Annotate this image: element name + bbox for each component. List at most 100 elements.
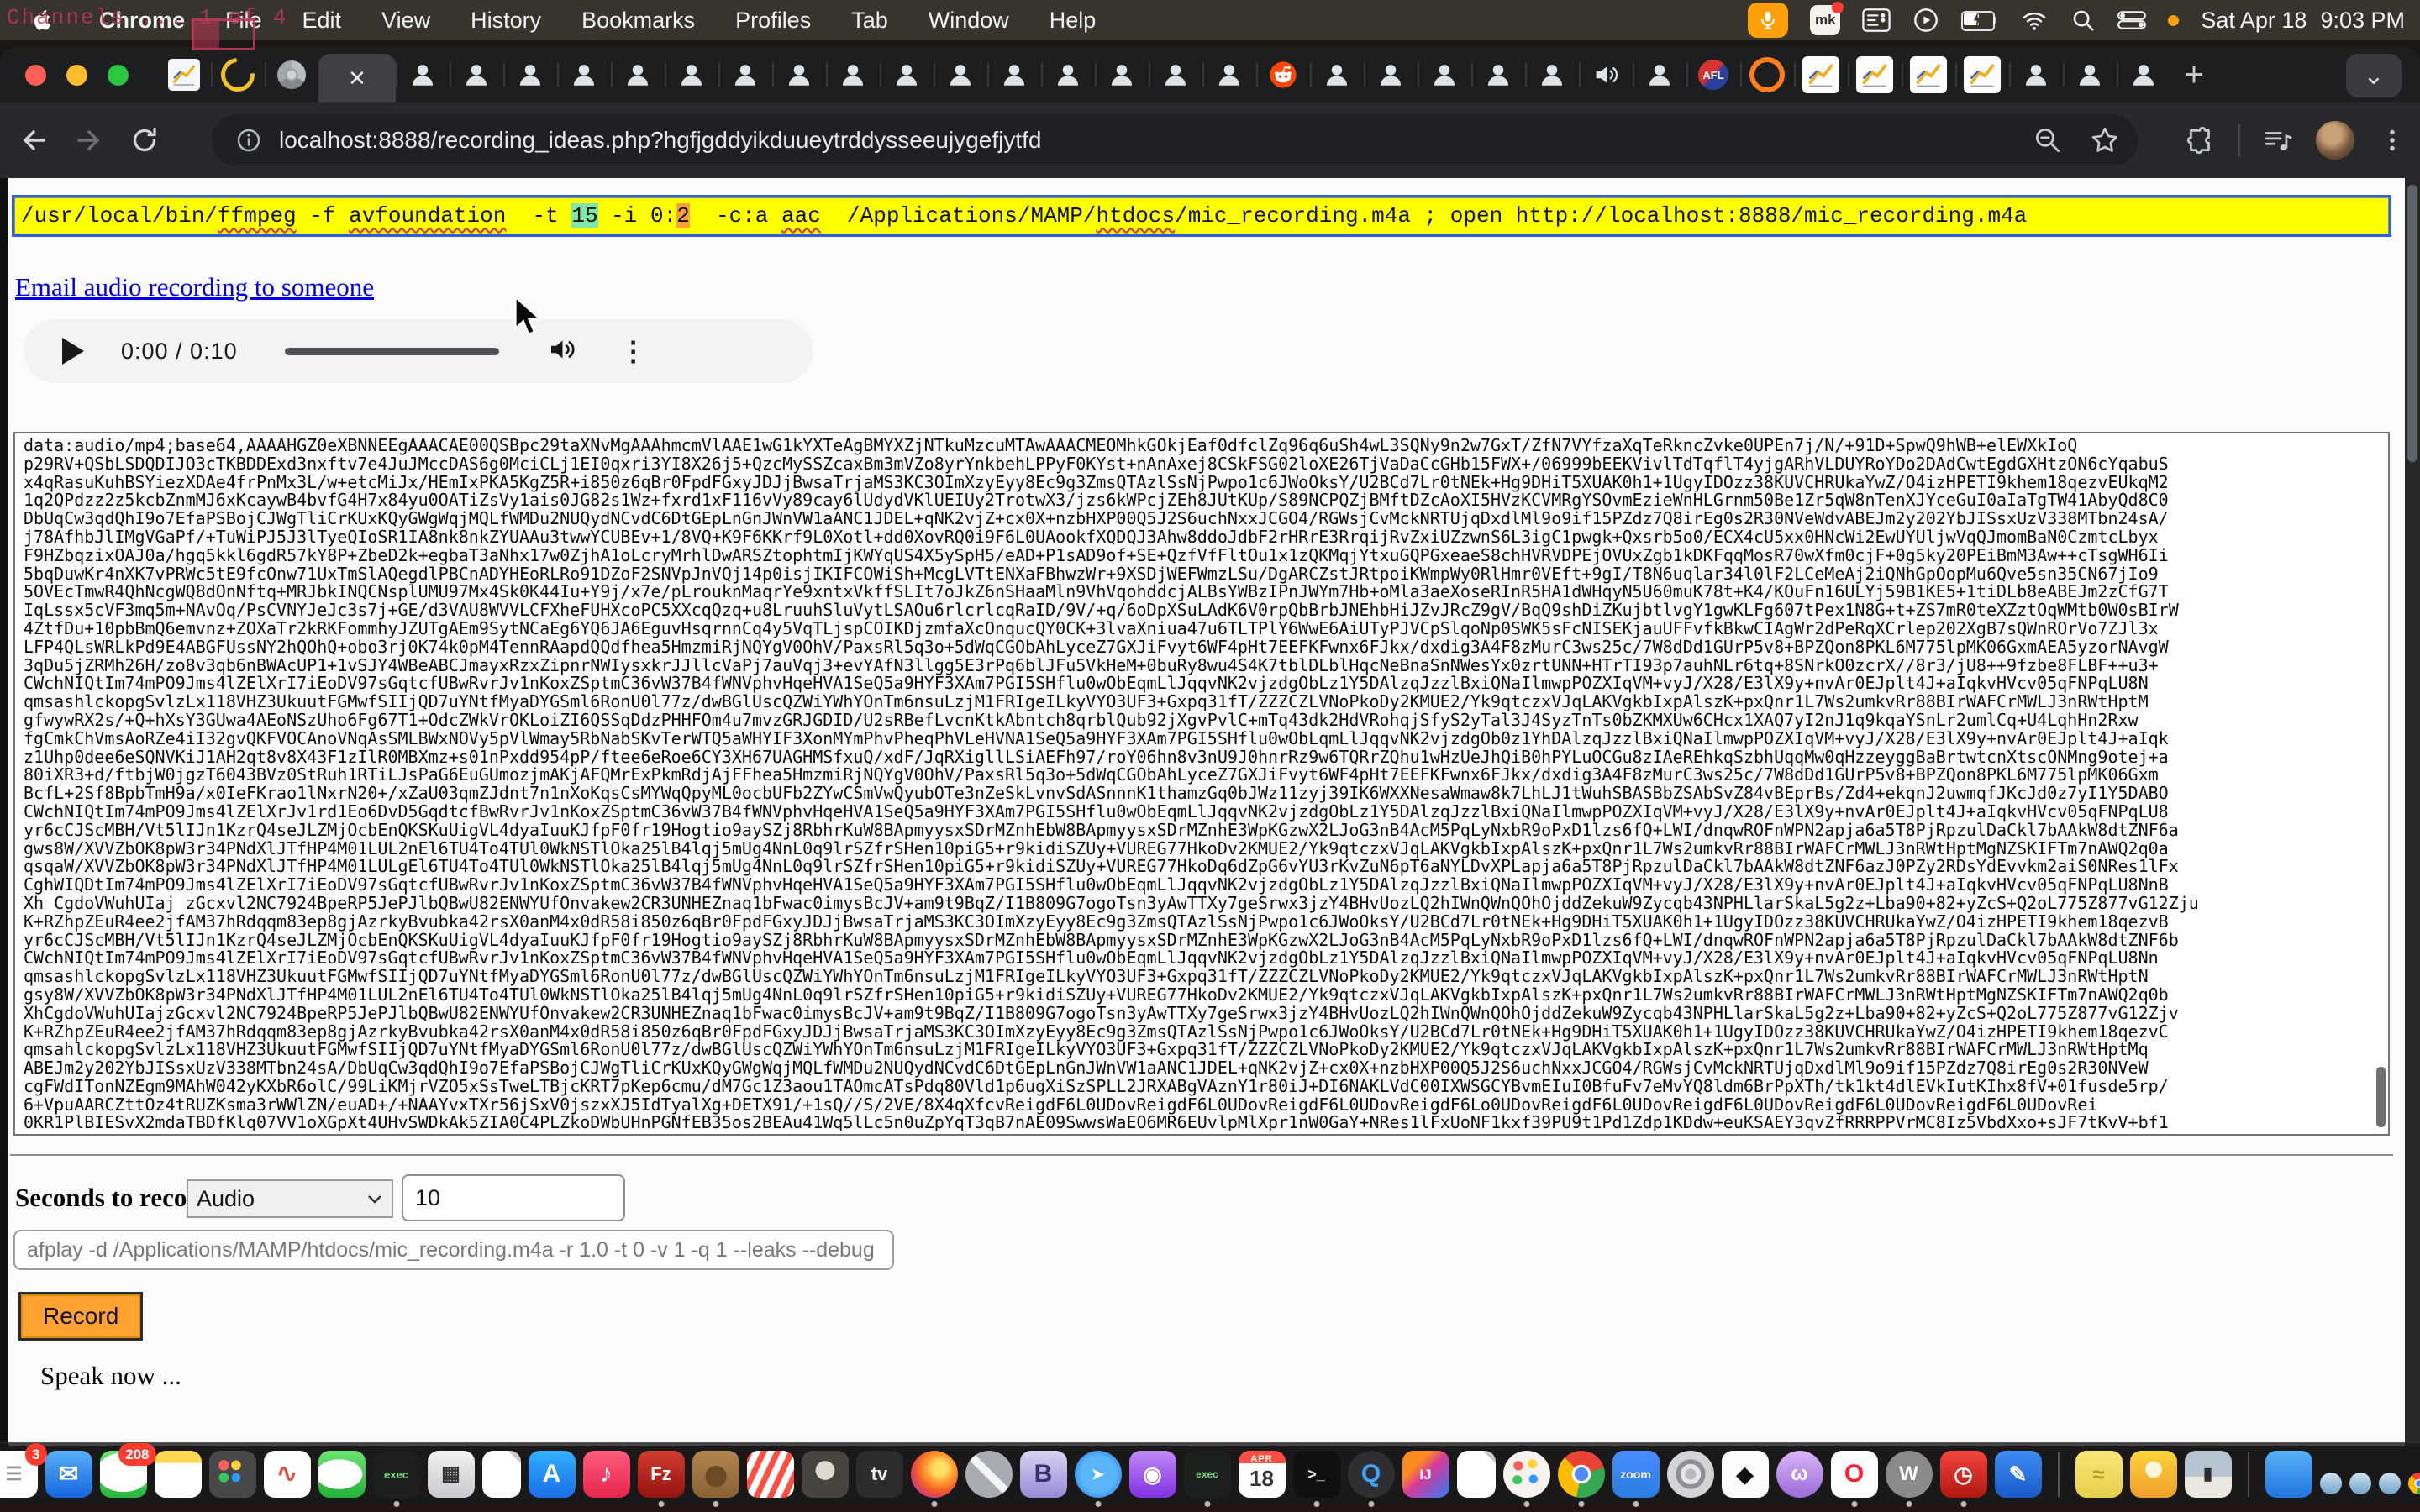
dock-safari[interactable]: ➤	[1075, 1451, 1122, 1498]
menu-item-help[interactable]: Help	[1029, 0, 1117, 40]
dock-terminal-exec[interactable]: exec	[373, 1451, 420, 1498]
dock-document[interactable]	[482, 1451, 521, 1498]
zoom-out-page-icon[interactable]	[2032, 124, 2064, 156]
dock-reminders[interactable]: ☰3	[0, 1451, 38, 1498]
audio-player[interactable]: 0:00 / 0:10 ⋮	[24, 319, 813, 383]
recording-mic-indicator[interactable]	[1748, 3, 1788, 38]
close-window-button[interactable]	[25, 65, 46, 86]
dock-mini-chrome-window[interactable]	[2408, 1473, 2420, 1494]
tab-chart-mini-0[interactable]	[157, 47, 211, 102]
dock-iphone-mirroring[interactable]: ▦	[428, 1451, 475, 1498]
media-controls-icon[interactable]	[2262, 124, 2294, 156]
dock-lightbulb[interactable]	[2130, 1451, 2177, 1498]
dock-quicktime[interactable]: Q	[1348, 1451, 1395, 1498]
tab-person-18[interactable]	[1149, 47, 1202, 102]
base64-textarea[interactable]: data:audio/mp4;base64,AAAAHGZ0eXBNNEEgAA…	[24, 437, 2373, 1131]
menu-item-view[interactable]: View	[361, 0, 450, 40]
dock-pen-tool[interactable]: ✎	[1995, 1451, 2042, 1498]
tab-active-3[interactable]: ✕	[318, 54, 396, 102]
dock-terminal-2[interactable]: exec	[1184, 1451, 1231, 1498]
wifi-icon[interactable]	[2020, 8, 2049, 32]
dock-calendar[interactable]: 18APR	[1239, 1451, 1286, 1498]
tab-person-24[interactable]	[1471, 47, 1525, 102]
new-tab-button[interactable]: +	[2170, 51, 2217, 98]
tab-person-9[interactable]	[665, 47, 718, 102]
tab-person-36[interactable]	[2117, 47, 2170, 102]
tab-person-8[interactable]	[611, 47, 665, 102]
dock-grapher[interactable]: ∿	[264, 1451, 311, 1498]
forward-button[interactable]	[67, 118, 111, 162]
control-center-icon[interactable]	[2118, 10, 2146, 30]
tab-person-35[interactable]	[2063, 47, 2117, 102]
tab-person-14[interactable]	[934, 47, 987, 102]
tab-person-5[interactable]	[450, 47, 503, 102]
close-tab-icon[interactable]: ✕	[348, 66, 366, 92]
dock-system-settings[interactable]	[1667, 1451, 1714, 1498]
dock-facetime[interactable]	[318, 1451, 366, 1498]
tab-search-button[interactable]: ⌄	[2346, 54, 2402, 97]
dock-downloads-folder[interactable]	[2265, 1451, 2312, 1498]
dock-mini-window-1[interactable]	[2320, 1473, 2342, 1494]
back-button[interactable]	[12, 118, 55, 162]
tab-person-6[interactable]	[503, 47, 557, 102]
menubar-app-mk-icon[interactable]: mk	[1810, 5, 1840, 35]
tab-chart-thumb-30[interactable]	[1794, 47, 1848, 102]
dock-disabled-cam[interactable]	[965, 1451, 1013, 1498]
chrome-menu-icon[interactable]	[2376, 124, 2408, 156]
menu-item-bookmarks[interactable]: Bookmarks	[561, 0, 715, 40]
tab-person-22[interactable]	[1364, 47, 1418, 102]
window-manager-icon[interactable]	[1862, 8, 1891, 33]
spotlight-icon[interactable]	[2070, 8, 2096, 33]
menubar-date[interactable]: Sat Apr 18	[2201, 8, 2307, 34]
dock-notes[interactable]	[155, 1451, 202, 1498]
menu-item-window[interactable]: Window	[908, 0, 1029, 40]
dock-gray-wolf[interactable]: W	[1886, 1451, 1933, 1498]
dock-mail[interactable]: ✉	[45, 1451, 92, 1498]
dock-briefcase[interactable]	[692, 1451, 739, 1498]
email-recording-link[interactable]: Email audio recording to someone	[15, 272, 374, 302]
tab-person-34[interactable]	[2009, 47, 2063, 102]
tab-reddit-20[interactable]	[1256, 47, 1310, 102]
menu-item-history[interactable]: History	[450, 0, 561, 40]
dock-zoom[interactable]: zoom	[1612, 1451, 1660, 1498]
tab-person-19[interactable]	[1202, 47, 1256, 102]
tab-person-23[interactable]	[1418, 47, 1471, 102]
tab-person-15[interactable]	[987, 47, 1041, 102]
dock-document-2[interactable]	[1457, 1451, 1496, 1498]
tab-person-12[interactable]	[826, 47, 880, 102]
dock-bbedit[interactable]: B	[1020, 1451, 1067, 1498]
url-text[interactable]: localhost:8888/recording_ideas.php?hgfjg…	[279, 127, 1042, 154]
playback-icon[interactable]	[1912, 7, 1939, 34]
tab-person-21[interactable]	[1310, 47, 1364, 102]
dock-stickies[interactable]: ≈	[2075, 1451, 2123, 1498]
fullscreen-window-button[interactable]	[108, 65, 129, 86]
tab-person-13[interactable]	[880, 47, 934, 102]
page-scrollbar-thumb[interactable]	[2407, 185, 2417, 462]
menu-item-edit[interactable]: Edit	[282, 0, 362, 40]
dock-news[interactable]	[747, 1451, 794, 1498]
dock-intellij[interactable]: IJ	[1402, 1451, 1449, 1498]
tab-chart-thumb-32[interactable]	[1902, 47, 1955, 102]
dock-podcasts[interactable]: ◉	[1129, 1451, 1176, 1498]
tab-ring-29[interactable]	[1740, 47, 1794, 102]
tab-person-11[interactable]	[772, 47, 826, 102]
tab-chrome-gray-2[interactable]	[265, 47, 318, 102]
dock-app-store[interactable]: A	[529, 1451, 576, 1498]
bookmark-star-icon[interactable]	[2089, 124, 2121, 156]
dock-screenshot-preview[interactable]: ▮	[2185, 1451, 2232, 1498]
dock-launchpad[interactable]	[209, 1451, 256, 1498]
dock-firefox[interactable]	[911, 1451, 958, 1498]
dock-purple-pet[interactable]: ω	[1776, 1451, 1823, 1498]
volume-icon[interactable]	[546, 334, 576, 369]
reload-button[interactable]	[123, 118, 166, 162]
tab-person-17[interactable]	[1095, 47, 1149, 102]
dock-opera[interactable]: O	[1831, 1451, 1878, 1498]
tab-spinner-1[interactable]	[211, 47, 265, 102]
afplay-command-input[interactable]: afplay -d /Applications/MAMP/htdocs/mic_…	[13, 1230, 894, 1270]
tab-person-25[interactable]	[1525, 47, 1579, 102]
dock-messages[interactable]: 208	[100, 1451, 147, 1498]
minimize-window-button[interactable]	[66, 65, 87, 86]
dock-filezilla[interactable]: Fz	[638, 1451, 685, 1498]
tab-chart-thumb-33[interactable]	[1955, 47, 2009, 102]
dock-inkscape[interactable]: ◆	[1722, 1451, 1769, 1498]
